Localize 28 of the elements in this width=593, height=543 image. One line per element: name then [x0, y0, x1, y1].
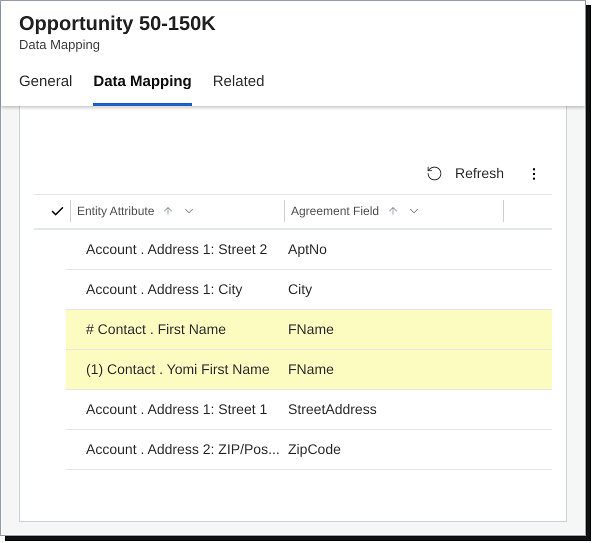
- tab[interactable]: General: [19, 71, 72, 106]
- table-row[interactable]: # Contact . First Name FName: [66, 310, 552, 350]
- table-cell-text: Account . Address 1: Street 1: [85, 400, 268, 418]
- sort-ascending-icon: [387, 205, 400, 217]
- sort-ascending-icon: [162, 205, 174, 217]
- table-cell-text: ZipCode: [287, 440, 341, 459]
- page-title: Opportunity 50-150K: [19, 12, 217, 37]
- column-header[interactable]: Agreement Field: [284, 200, 504, 222]
- column-header[interactable]: Entity Attribute: [70, 200, 284, 222]
- table-row[interactable]: Account . Address 1: City City: [66, 270, 552, 310]
- table-row[interactable]: (1) Contact . Yomi First Name FName: [66, 350, 552, 390]
- table-cell-text: Account . Address 1: City: [85, 280, 244, 299]
- refresh-button[interactable]: Refresh: [418, 163, 512, 184]
- table-cell-text: City: [287, 280, 312, 299]
- table-row[interactable]: Account . Address 2: ZIP/Pos... ZipCode: [66, 430, 552, 470]
- tab[interactable]: Related: [212, 71, 264, 106]
- table-cell-text: Account . Address 2: ZIP/Pos...: [85, 440, 281, 458]
- table-cell-text: Account . Address 1: Street 2: [85, 240, 268, 258]
- refresh-icon: [426, 165, 443, 182]
- table-cell-text: FName: [287, 360, 334, 378]
- table-row[interactable]: Account . Address 1: Street 1 StreetAddress: [66, 390, 552, 430]
- page-subtitle: Data Mapping: [19, 37, 101, 53]
- table-cell-text: (1) Contact . Yomi First Name: [85, 360, 271, 379]
- table-cell-text: StreetAddress: [287, 400, 377, 418]
- table-cell-text: AptNo: [287, 240, 327, 259]
- table-row[interactable]: Account . Address 1: Street 2 AptNo: [66, 230, 552, 270]
- table-cell-text: # Contact . First Name: [85, 320, 228, 338]
- table-cell-text: FName: [287, 320, 334, 338]
